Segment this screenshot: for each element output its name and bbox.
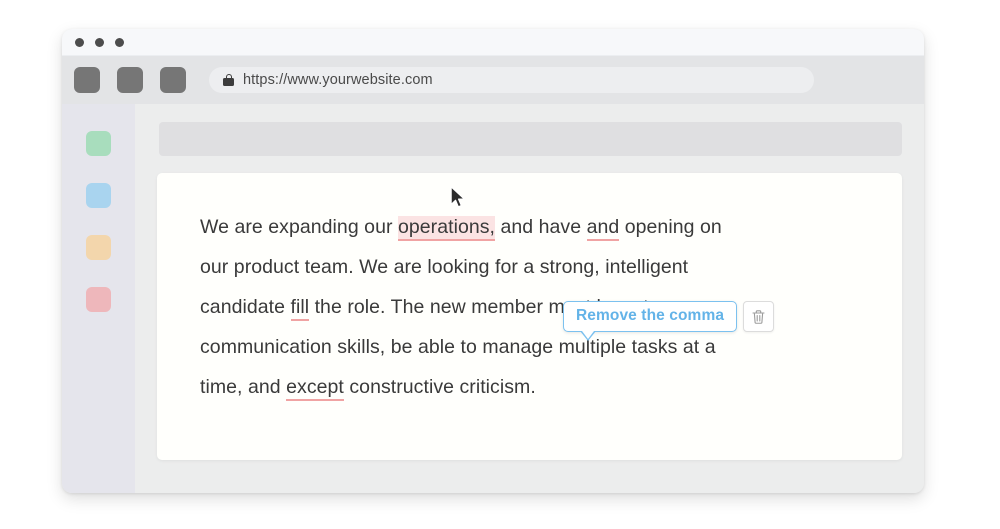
document-text-run: We are expanding our	[200, 216, 398, 238]
grammar-error-highlight[interactable]: operations,	[397, 216, 496, 241]
lock-icon	[223, 73, 234, 87]
address-bar[interactable]: https://www.yourwebsite.com	[209, 67, 814, 93]
document-toolbar[interactable]	[159, 122, 902, 156]
address-bar-url: https://www.yourwebsite.com	[243, 72, 433, 88]
document-text-run: and have	[495, 216, 587, 238]
browser-toolbar: https://www.yourwebsite.com	[62, 56, 924, 104]
swatch-orange[interactable]	[86, 235, 111, 260]
close-window-button[interactable]	[75, 38, 84, 47]
suggestion-card[interactable]: Remove the comma	[563, 301, 738, 341]
page-body: We are expanding our operations, and hav…	[62, 104, 924, 493]
suggestion-label: Remove the comma	[576, 307, 725, 324]
minimize-window-button[interactable]	[95, 38, 104, 47]
navigation-buttons	[74, 67, 186, 93]
forward-button[interactable]	[117, 67, 143, 93]
back-button[interactable]	[74, 67, 100, 93]
sidebar-swatch-list	[86, 131, 111, 312]
document-text-run: communication skills, be able to manage …	[200, 336, 716, 358]
document-text-run: our product team. We are looking for a s…	[200, 256, 689, 278]
trash-icon	[752, 309, 765, 324]
browser-titlebar	[62, 29, 924, 56]
document-text-run: candidate	[200, 296, 291, 318]
browser-window: https://www.yourwebsite.com We are expan…	[62, 29, 924, 493]
document-text-run: the role. The new member must	[309, 296, 597, 318]
document-text-run: opening on	[619, 216, 722, 238]
screenshot-root: https://www.yourwebsite.com We are expan…	[0, 0, 1000, 529]
reload-button[interactable]	[160, 67, 186, 93]
dismiss-suggestion-button[interactable]	[743, 301, 775, 332]
maximize-window-button[interactable]	[115, 38, 124, 47]
document-text-run: constructive criticism.	[343, 376, 536, 398]
document-text-run: time, and	[200, 376, 287, 398]
grammar-suggestion-popup: Remove the comma	[563, 301, 775, 341]
document-card: We are expanding our operations, and hav…	[157, 173, 902, 460]
window-controls	[75, 38, 124, 47]
swatch-pink[interactable]	[86, 287, 111, 312]
app-sidebar	[62, 104, 135, 493]
grammar-error-underline[interactable]: except	[286, 376, 344, 401]
swatch-green[interactable]	[86, 131, 111, 156]
editor-content-area: We are expanding our operations, and hav…	[135, 104, 924, 493]
grammar-error-underline[interactable]: fill	[290, 296, 310, 321]
swatch-blue[interactable]	[86, 183, 111, 208]
grammar-error-underline[interactable]: and	[586, 216, 620, 241]
